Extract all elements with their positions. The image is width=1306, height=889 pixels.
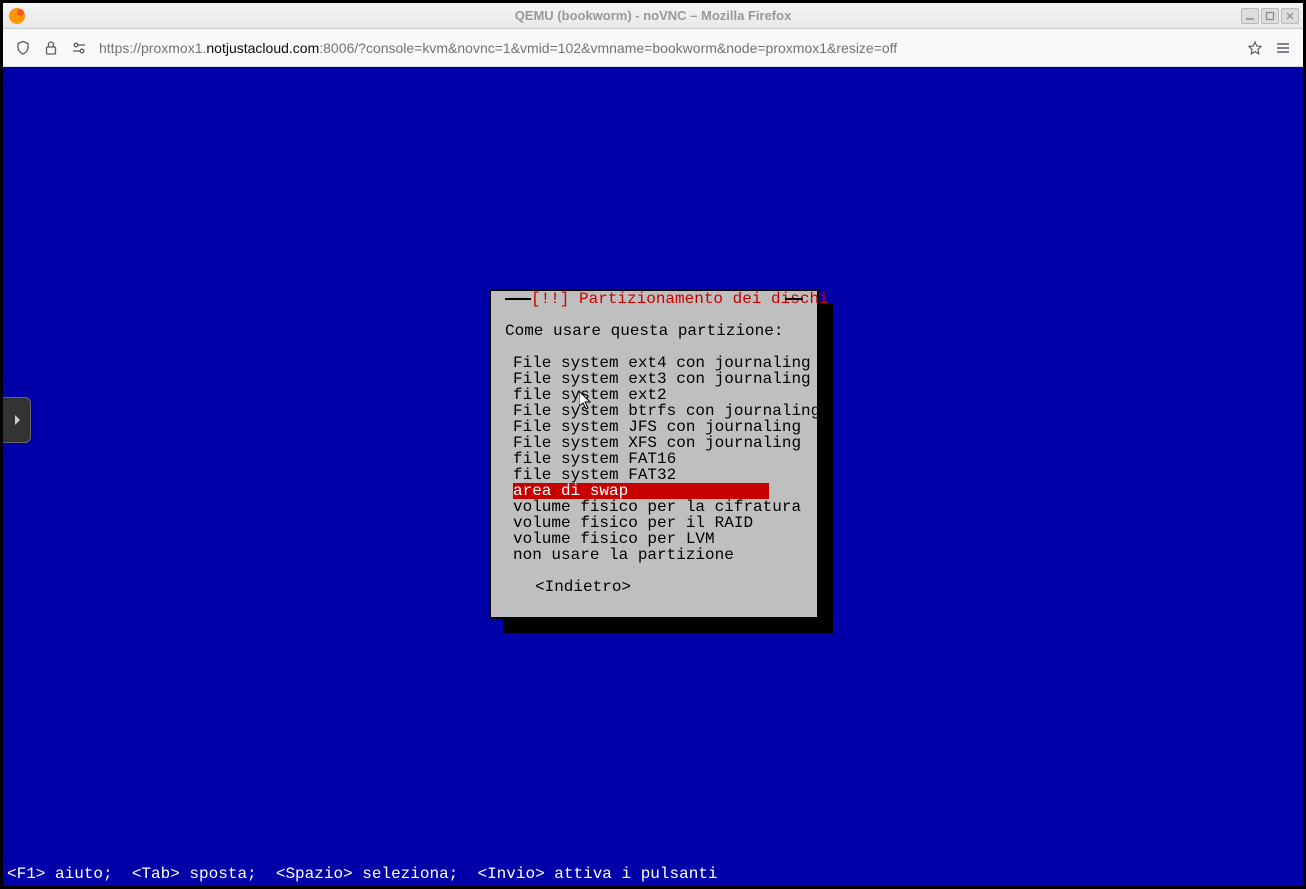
close-button[interactable]: [1281, 8, 1299, 24]
url-protocol: https://proxmox1.: [99, 40, 206, 56]
url-path: :8006/?console=kvm&novnc=1&vmid=102&vmna…: [319, 40, 897, 56]
dialog-title: [!!] Partizionamento dei dischi: [531, 291, 785, 307]
partition-option[interactable]: volume fisico per il RAID: [513, 515, 803, 531]
novnc-side-tab[interactable]: [3, 397, 31, 443]
window-title: QEMU (bookworm) - noVNC – Mozilla Firefo…: [515, 8, 792, 23]
dialog-body: Come usare questa partizione: File syste…: [491, 307, 817, 595]
option-list: File system ext4 con journalingFile syst…: [513, 355, 803, 563]
keyboard-hint: <F1> aiuto; <Tab> sposta; <Spazio> selez…: [7, 866, 718, 882]
maximize-button[interactable]: [1261, 8, 1279, 24]
partition-option[interactable]: area di swap: [513, 483, 769, 499]
vnc-console-area[interactable]: [!!] Partizionamento dei dischi Come usa…: [3, 67, 1303, 886]
title-line-left: [505, 298, 531, 300]
partition-option[interactable]: file system FAT16: [513, 451, 803, 467]
lock-icon[interactable]: [43, 40, 59, 56]
url-bar: https://proxmox1.notjustacloud.com:8006/…: [3, 29, 1303, 67]
partition-option[interactable]: File system ext4 con journaling: [513, 355, 803, 371]
back-button[interactable]: <Indietro>: [535, 579, 803, 595]
partition-option[interactable]: file system ext2: [513, 387, 803, 403]
partition-option[interactable]: File system XFS con journaling: [513, 435, 803, 451]
permissions-icon[interactable]: [71, 40, 87, 56]
partition-option[interactable]: non usare la partizione: [513, 547, 803, 563]
window-control-buttons: [1241, 8, 1299, 24]
partition-option[interactable]: file system FAT32: [513, 467, 803, 483]
partition-option[interactable]: volume fisico per LVM: [513, 531, 803, 547]
dialog-title-row: [!!] Partizionamento dei dischi: [491, 291, 817, 307]
firefox-icon: [9, 8, 25, 24]
hamburger-menu-icon[interactable]: [1275, 40, 1291, 56]
partition-option[interactable]: File system ext3 con journaling: [513, 371, 803, 387]
shield-icon[interactable]: [15, 40, 31, 56]
title-line-right: [785, 298, 803, 300]
url-text[interactable]: https://proxmox1.notjustacloud.com:8006/…: [99, 40, 1235, 56]
partition-dialog: [!!] Partizionamento dei dischi Come usa…: [489, 289, 819, 619]
partition-option[interactable]: volume fisico per la cifratura: [513, 499, 803, 515]
partition-option[interactable]: File system btrfs con journaling: [513, 403, 803, 419]
bookmark-star-icon[interactable]: [1247, 40, 1263, 56]
url-domain: notjustacloud.com: [206, 40, 319, 56]
browser-window: QEMU (bookworm) - noVNC – Mozilla Firefo…: [0, 0, 1306, 889]
dialog-prompt: Come usare questa partizione:: [505, 323, 803, 339]
partition-option[interactable]: File system JFS con journaling: [513, 419, 803, 435]
window-titlebar: QEMU (bookworm) - noVNC – Mozilla Firefo…: [3, 3, 1303, 29]
minimize-button[interactable]: [1241, 8, 1259, 24]
